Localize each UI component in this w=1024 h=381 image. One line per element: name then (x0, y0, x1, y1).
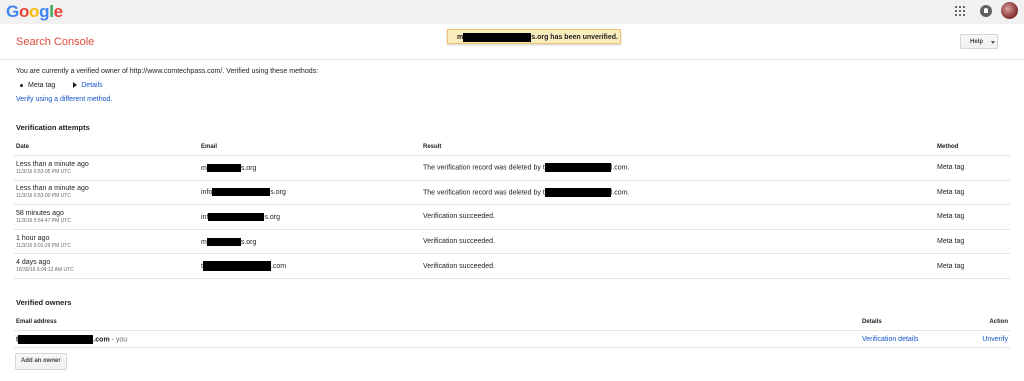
result-text: Verification succeeded. (423, 238, 495, 246)
attempt-result-cell: The verification record was deleted by t… (421, 180, 935, 206)
attempt-email-cell: m s.org (199, 155, 421, 181)
attempt-date: 58 minutes ago (16, 209, 64, 217)
redaction-bar (18, 334, 94, 344)
help-button[interactable]: Help (960, 34, 998, 49)
verify-different-method-link[interactable]: Verify using a different method. (16, 96, 112, 103)
product-title[interactable]: Search Console (16, 36, 94, 48)
verification-details-link[interactable]: Verification details (862, 336, 918, 343)
redaction-bar (206, 163, 241, 172)
attempt-date: 4 days ago (16, 259, 51, 267)
logo-letter: g (39, 2, 50, 21)
attempt-result-cell: Verification succeeded. (421, 229, 935, 255)
apps-grid-icon[interactable] (955, 6, 965, 16)
owner-status-text: You are currently a verified owner of ht… (16, 68, 319, 75)
owner-email: t .com - you (14, 330, 860, 348)
top-bar: Google (0, 0, 1024, 24)
attempt-method: Meta tag (935, 155, 1010, 181)
attempt-result-cell: Verification succeeded. (421, 204, 935, 230)
attempt-timestamp: 11/3/16 5:01:29 PM UTC (16, 242, 71, 249)
logo-letter: o (18, 2, 30, 21)
column-header-method: Method (935, 139, 1010, 156)
attempt-timestamp: 11/3/16 6:53:00 PM UTC (16, 193, 71, 200)
result-text: Verification succeeded. (423, 213, 495, 221)
attempt-date-cell: Less than a minute ago 11/3/16 6:53:00 PM… (14, 180, 199, 206)
redaction-bar (206, 237, 241, 246)
owners-table: Email address Details Action t .com - you… (14, 314, 1010, 348)
attempt-row: Less than a minute ago 11/3/16 6:53:05 PM… (14, 155, 1010, 181)
attempt-method: Meta tag (935, 229, 1010, 255)
details-link[interactable]: Details (81, 82, 102, 89)
you-label: - you (109, 335, 128, 343)
column-header-result: Result (421, 139, 935, 156)
google-logo[interactable]: Google (6, 2, 63, 22)
email-suffix: s.org (240, 238, 257, 246)
redaction-bar (202, 261, 271, 272)
attempt-date: 1 hour ago (16, 234, 50, 242)
result-text: The verification record was deleted by t (423, 189, 545, 197)
logo-letter: G (6, 2, 19, 21)
attempt-date-cell: 1 hour ago 11/3/16 5:01:29 PM UTC (14, 229, 199, 255)
attempt-date: Less than a minute ago (16, 185, 89, 193)
redaction-bar (208, 212, 265, 221)
attempt-email-cell: inf s.org (199, 204, 421, 230)
attempt-result-cell: The verification record was deleted by t… (421, 155, 935, 181)
attempt-email-cell: info s.org (199, 180, 421, 206)
notifications-icon[interactable] (980, 5, 992, 17)
attempts-table: Date Email Result Method Less than a min… (14, 139, 1010, 279)
redaction-bar (463, 32, 532, 42)
logo-letter: o (29, 2, 40, 21)
attempt-timestamp: 10/30/16 6:04:12 AM UTC (16, 267, 74, 274)
column-header-action: Action (970, 314, 1010, 331)
method-label: Meta tag (28, 82, 56, 89)
email-prefix: info (201, 189, 213, 197)
bullet-icon (20, 83, 23, 87)
unverified-notification: m s.org has been unverified. (447, 29, 621, 44)
attempt-timestamp: 11/3/16 5:54:47 PM UTC (16, 217, 71, 224)
result-suffix: l.com. (610, 189, 630, 197)
expand-triangle-icon[interactable] (73, 82, 78, 89)
attempt-timestamp: 11/3/16 6:53:05 PM UTC (16, 168, 71, 175)
owner-row: t .com - you Verification details Unverif… (14, 330, 1010, 348)
result-suffix: l.com. (610, 164, 630, 172)
unverify-link[interactable]: Unverify (982, 336, 1008, 343)
owners-section-title: Verified owners (16, 298, 72, 307)
chevron-down-icon (991, 41, 995, 44)
email-suffix: s.org (240, 164, 257, 172)
attempt-method: Meta tag (935, 253, 1010, 279)
owner-email-suffix: .com (93, 335, 110, 343)
attempt-row: Less than a minute ago 11/3/16 6:53:00 PM… (14, 180, 1010, 206)
column-header-details: Details (860, 314, 970, 331)
email-suffix: s.org (270, 189, 286, 197)
redaction-bar (212, 188, 271, 197)
attempt-row: 1 hour ago 11/3/16 5:01:29 PM UTC m s.org Ve… (14, 229, 1010, 255)
attempt-date-cell: 4 days ago 10/30/16 6:04:12 AM UTC (14, 253, 199, 279)
attempt-email-cell: m s.org (199, 229, 421, 255)
attempt-method: Meta tag (935, 180, 1010, 206)
attempt-row: 4 days ago10/30/16 6:04:12 AM UTCt.comVe… (14, 253, 1010, 279)
result-text: The verification record was deleted by t (423, 164, 545, 172)
help-label: Help (970, 39, 984, 45)
redaction-bar (544, 187, 611, 197)
email-prefix: inf (201, 213, 209, 221)
add-owner-button[interactable]: Add an owner (15, 353, 67, 370)
result-text: Verification succeeded. (423, 262, 495, 270)
column-header-email-address: Email address (14, 314, 860, 331)
attempt-date-cell: Less than a minute ago 11/3/16 6:53:05 PM… (14, 155, 199, 181)
attempt-date-cell: 58 minutes ago 11/3/16 5:54:47 PM UTC (14, 204, 199, 230)
logo-letter: e (53, 2, 63, 21)
account-avatar[interactable] (1001, 2, 1018, 19)
column-header-email: Email (199, 139, 421, 156)
attempt-date: Less than a minute ago (16, 160, 89, 168)
attempt-email-cell: t.com (199, 253, 421, 279)
attempt-result-cell: Verification succeeded. (421, 253, 935, 279)
redaction-bar (544, 163, 611, 173)
attempts-section-title: Verification attempts (16, 123, 90, 132)
method-item: Meta tag Details (20, 82, 103, 89)
email-suffix: .com (270, 263, 287, 271)
attempt-row: 58 minutes ago 11/3/16 5:54:47 PM UTC inf s… (14, 204, 1010, 230)
attempt-method: Meta tag (935, 204, 1010, 230)
toast-suffix: s.org has been unverified. (531, 34, 618, 41)
email-suffix: s.org (264, 213, 280, 221)
column-header-date: Date (14, 139, 199, 156)
